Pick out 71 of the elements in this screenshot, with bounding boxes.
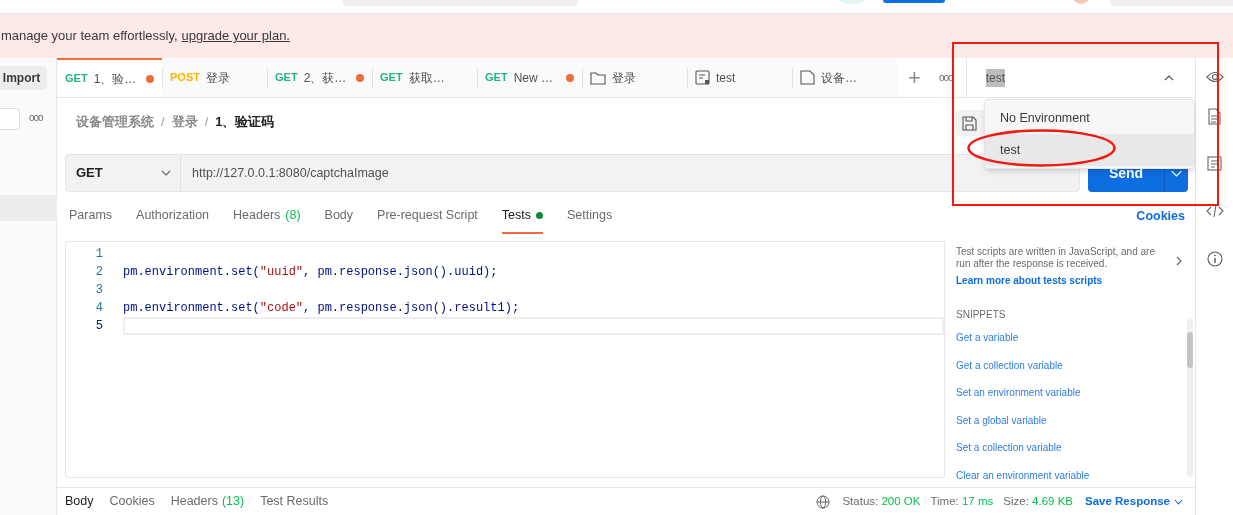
- info-icon[interactable]: [1206, 251, 1223, 267]
- document-icon[interactable]: [1208, 108, 1221, 125]
- eye-icon[interactable]: [1205, 70, 1224, 84]
- line-number: 5: [94, 318, 103, 335]
- request-option-tab[interactable]: Body: [324, 199, 354, 234]
- response-tab[interactable]: Test Results: [260, 492, 329, 511]
- environment-option[interactable]: test: [985, 134, 1194, 166]
- new-tab-button[interactable]: +: [906, 58, 923, 97]
- scrollbar[interactable]: [1187, 319, 1193, 477]
- request-option-tab[interactable]: Settings: [567, 199, 613, 234]
- line-number: 3: [94, 282, 103, 299]
- environment-value: test: [985, 68, 1006, 87]
- breadcrumb-separator: /: [204, 112, 209, 131]
- breadcrumb-separator: /: [161, 112, 165, 131]
- caret-icon: [1163, 74, 1174, 81]
- code-editor[interactable]: 1 2 pm.environment.set("uuid", pm.response.json().uuid); 3 4 pm.environment.set("code", pm.response.json().result1); 5: [65, 241, 945, 478]
- request-tab[interactable]: POST 登录: [162, 58, 267, 97]
- response-stat: Size: 4.69 KB: [1003, 493, 1073, 509]
- example-icon: [695, 70, 710, 85]
- learn-more-link[interactable]: Learn more about tests scripts: [956, 273, 1195, 288]
- snippet-link[interactable]: Set a collection variable: [956, 441, 1062, 454]
- snippet-link[interactable]: Set a global variable: [956, 413, 1047, 427]
- more-icon[interactable]: ooo: [29, 110, 43, 125]
- request-tab[interactable]: GET 2、获…: [267, 58, 372, 97]
- line-number: 1: [94, 246, 103, 263]
- method-select[interactable]: GET: [66, 155, 181, 191]
- environment-selector[interactable]: test: [966, 58, 1189, 97]
- request-tab[interactable]: test: [687, 58, 792, 97]
- line-number: 4: [94, 300, 103, 317]
- document-icon: [800, 70, 815, 85]
- chevron-down-icon: [1174, 498, 1183, 505]
- request-option-tab[interactable]: Tests: [501, 199, 543, 234]
- save-response-button[interactable]: Save Response: [1085, 492, 1183, 511]
- breadcrumb-item: 1、验证码: [215, 112, 275, 131]
- snippet-link[interactable]: Set an environment variable: [956, 386, 1081, 399]
- save-icon: [962, 115, 977, 131]
- request-tab[interactable]: 设备…: [792, 58, 897, 97]
- request-option-tab[interactable]: Headers (8): [233, 199, 301, 234]
- response-tab[interactable]: Headers (13): [170, 492, 245, 511]
- description-text: Test scripts are written in JavaScript, and are run after the response is received.: [956, 246, 1156, 270]
- snippet-link[interactable]: Clear an environment variable: [956, 468, 1090, 482]
- code-line: pm.environment.set("code", pm.response.json().result1);: [123, 300, 521, 317]
- breadcrumb-item[interactable]: 设备管理系统: [76, 111, 154, 132]
- response-tab[interactable]: Body: [65, 492, 94, 511]
- response-stat: Time: 17 ms: [930, 493, 994, 509]
- line-number: 2: [94, 264, 103, 281]
- import-button[interactable]: Import: [0, 66, 47, 90]
- cookies-link[interactable]: Cookies: [1136, 199, 1185, 234]
- request-option-tab[interactable]: Authorization: [136, 199, 210, 234]
- request-option-tab[interactable]: Params: [69, 199, 113, 234]
- request-option-tab[interactable]: Pre-request Script: [377, 199, 478, 234]
- chevron-down-icon: [161, 170, 171, 176]
- response-stat: Status: 200 OK: [842, 493, 921, 509]
- request-tab[interactable]: 登录: [582, 58, 687, 97]
- code-icon[interactable]: [1205, 204, 1224, 218]
- environment-option[interactable]: No Environment: [985, 102, 1194, 134]
- folder-icon: [590, 70, 606, 85]
- snippet-link[interactable]: Get a variable: [956, 331, 1019, 344]
- request-tab[interactable]: GET New …: [477, 58, 582, 97]
- snippet-link[interactable]: Get a collection variable: [956, 358, 1063, 372]
- code-line: pm.environment.set("uuid", pm.response.json().uuid);: [123, 264, 499, 281]
- request-tab[interactable]: GET 获取…: [372, 58, 477, 97]
- upgrade-link[interactable]: upgrade your plan.: [181, 26, 290, 46]
- comment-icon[interactable]: [1207, 156, 1222, 171]
- chevron-right-icon[interactable]: [1176, 256, 1182, 266]
- banner-text: manage your team effortlessly,: [1, 27, 178, 46]
- response-tab[interactable]: Cookies: [109, 492, 155, 511]
- filter-field[interactable]: [0, 108, 20, 130]
- globe-icon[interactable]: [816, 494, 831, 509]
- breadcrumb-item[interactable]: 登录: [171, 111, 198, 132]
- snippets-heading: SNIPPETS: [956, 308, 1007, 322]
